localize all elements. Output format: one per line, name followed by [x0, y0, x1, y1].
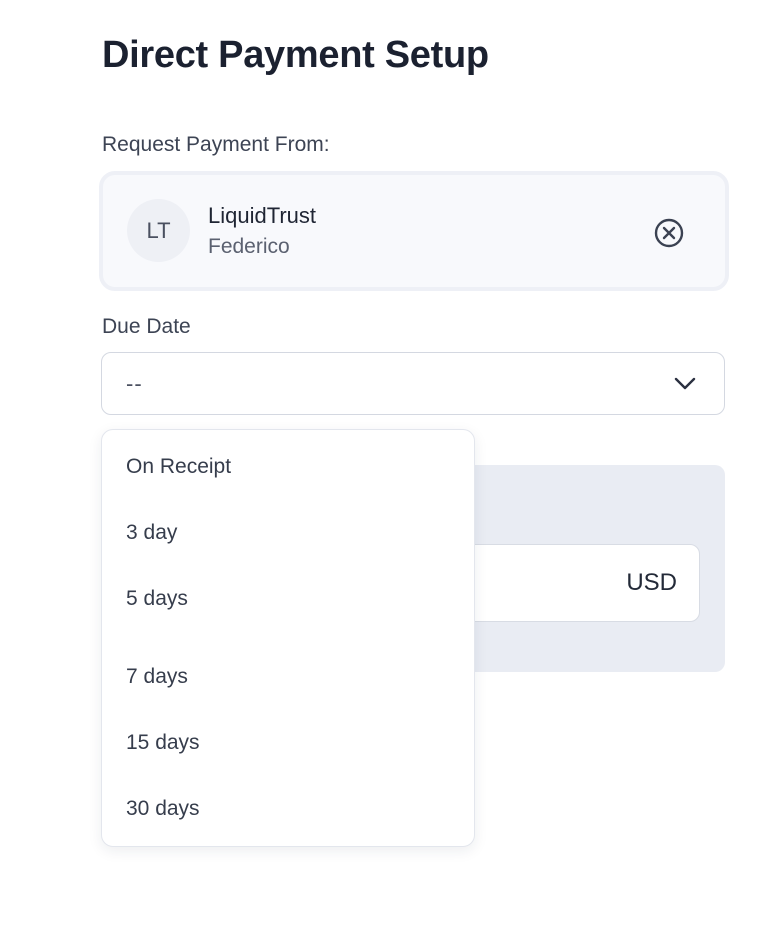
due-date-value: -- [126, 371, 143, 396]
page-title: Direct Payment Setup [102, 34, 489, 76]
due-option-on-receipt[interactable]: On Receipt [126, 455, 231, 479]
due-date-label: Due Date [102, 315, 191, 338]
chevron-down-icon [674, 377, 696, 390]
due-option-30-days[interactable]: 30 days [126, 797, 200, 821]
due-date-dropdown: On Receipt 3 day 5 days 7 days 15 days 3… [101, 429, 475, 847]
close-circle-icon [654, 218, 684, 248]
due-option-3-day[interactable]: 3 day [126, 521, 177, 545]
due-option-15-days[interactable]: 15 days [126, 731, 200, 755]
due-date-select[interactable]: -- [101, 352, 725, 415]
payer-card: LT LiquidTrust Federico [99, 171, 729, 291]
due-option-7-days[interactable]: 7 days [126, 665, 188, 689]
payer-name: LiquidTrust [208, 203, 317, 228]
amount-input[interactable]: USD [442, 544, 700, 622]
payer-contact: Federico [208, 235, 290, 258]
avatar: LT [127, 199, 190, 262]
payment-setup-page: Direct Payment Setup Request Payment Fro… [0, 0, 780, 950]
remove-payer-button[interactable] [653, 217, 685, 249]
request-from-label: Request Payment From: [102, 133, 330, 156]
due-option-5-days[interactable]: 5 days [126, 587, 188, 611]
currency-label: USD [626, 569, 677, 596]
